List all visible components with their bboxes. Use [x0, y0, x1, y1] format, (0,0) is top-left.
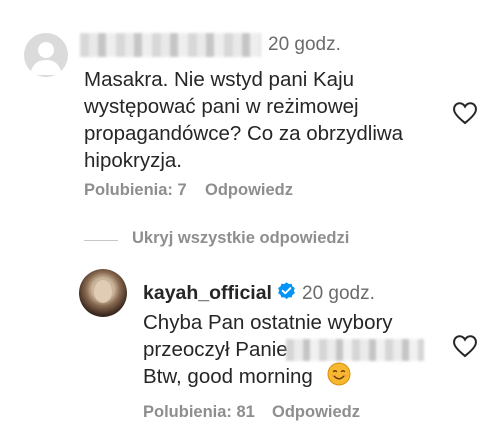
comment-text: Masakra. Nie wstyd pani Kaju występować … [84, 68, 404, 172]
likes-count[interactable]: Polubienia: 81 [143, 403, 255, 422]
heart-icon[interactable] [452, 101, 478, 125]
comment-timestamp: 20 godz. [302, 283, 375, 304]
comment-text-line: Btw, good morning [143, 365, 313, 388]
replies-divider [84, 240, 118, 241]
hide-replies-button[interactable]: Ukryj wszystkie odpowiedzi [132, 229, 349, 248]
comment-text-line: przeoczył Panie [143, 338, 288, 361]
smiling-face-emoji-icon [327, 362, 351, 386]
avatar[interactable] [79, 269, 127, 317]
reply-button[interactable]: Odpowiedz [205, 181, 293, 200]
comment-text-line: Chyba Pan ostatnie wybory [143, 311, 393, 334]
heart-icon[interactable] [452, 334, 478, 358]
verified-badge-icon [278, 282, 295, 299]
avatar[interactable] [24, 33, 68, 77]
redacted-username [80, 33, 261, 57]
username-link[interactable]: kayah_official [143, 282, 272, 305]
default-avatar-icon [30, 42, 62, 75]
redacted-name [286, 339, 424, 361]
comment-timestamp: 20 godz. [268, 34, 341, 55]
likes-count[interactable]: Polubienia: 7 [84, 181, 187, 200]
reply-button[interactable]: Odpowiedz [272, 403, 360, 422]
